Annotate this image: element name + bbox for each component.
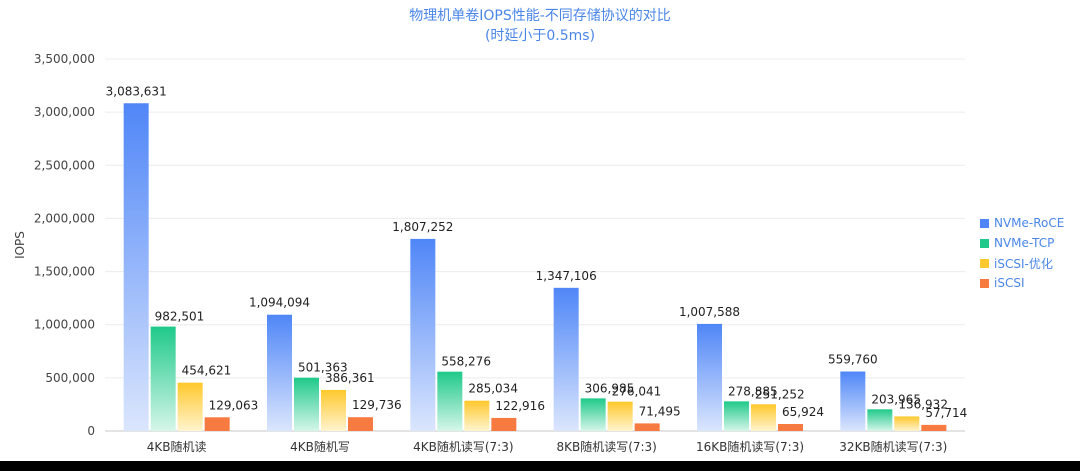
legend-swatch	[980, 218, 989, 228]
y-tick-label: 3,000,000	[34, 105, 95, 119]
legend-item-iscsi-optimized[interactable]: iSCSI-优化	[980, 253, 1064, 273]
x-tick-label: 8KB随机读写(7:3)	[556, 439, 656, 454]
bar-nvme-tcp	[294, 377, 319, 431]
data-label: 1,347,106	[536, 269, 597, 283]
bar-iscsi-	[464, 400, 490, 431]
x-tick-label: 32KB随机读写(7:3)	[839, 439, 947, 454]
chart-legend: NVMe-RoCE NVMe-TCP iSCSI-优化 iSCSI	[980, 213, 1064, 293]
bar-iscsi-	[607, 401, 633, 431]
data-label: 386,361	[325, 371, 375, 385]
legend-item-iscsi[interactable]: iSCSI	[980, 273, 1064, 293]
legend-label: iSCSI-优化	[994, 256, 1053, 271]
bar-nvme-tcp	[580, 398, 606, 431]
legend-label: iSCSI	[994, 276, 1025, 290]
data-label: 982,501	[155, 310, 205, 324]
y-tick-label: 1,000,000	[34, 318, 95, 332]
y-axis-label: IOPS	[13, 231, 27, 259]
bar-iscsi	[204, 417, 230, 431]
chart-container: 物理机单卷IOPS性能-不同存储协议的对比 (时延小于0.5ms) 0 500,0…	[0, 0, 1080, 471]
data-label: 251,252	[755, 387, 805, 401]
bar-nvme-tcp	[724, 401, 749, 431]
legend-label: NVMe-RoCE	[994, 216, 1065, 230]
data-label: 129,736	[352, 398, 402, 412]
bottom-border	[0, 461, 1080, 471]
data-label: 3,083,631	[106, 84, 167, 98]
bar-iscsi	[348, 417, 373, 431]
bar-nvme-roce	[840, 371, 866, 431]
chart-plot: 0 500,000 1,000,000 1,500,000 2,000,000 2,500…	[13, 52, 967, 454]
data-label: 57,714	[925, 406, 967, 420]
data-label: 276,041	[612, 385, 662, 399]
x-tick-label: 4KB随机读	[147, 439, 207, 454]
y-tick-label: 3,500,000	[34, 52, 95, 66]
bar-nvme-tcp	[437, 371, 463, 431]
data-label: 454,621	[182, 364, 232, 378]
data-label: 71,495	[639, 404, 681, 418]
data-label: 285,034	[468, 382, 518, 396]
bar-iscsi-	[751, 404, 776, 431]
data-label: 1,007,588	[679, 305, 740, 319]
legend-swatch	[980, 238, 989, 248]
legend-swatch	[980, 278, 989, 288]
legend-label: NVMe-TCP	[994, 236, 1055, 250]
bar-nvme-roce	[267, 314, 292, 431]
data-label: 1,094,094	[249, 296, 310, 310]
legend-item-nvme-tcp[interactable]: NVMe-TCP	[980, 233, 1064, 253]
bar-iscsi-	[321, 389, 346, 431]
data-label: 129,063	[209, 398, 259, 412]
data-label: 559,760	[828, 353, 878, 367]
x-tick-label: 4KB随机写	[290, 439, 350, 454]
y-tick-label: 0	[87, 424, 95, 438]
bar-iscsi-	[177, 382, 203, 431]
data-label: 65,924	[782, 405, 824, 419]
legend-swatch	[980, 258, 989, 268]
bar-nvme-roce	[697, 323, 722, 431]
bar-iscsi	[778, 423, 803, 431]
bar-iscsi	[921, 424, 947, 431]
y-tick-label: 500,000	[45, 371, 95, 385]
y-tick-label: 2,000,000	[34, 211, 95, 225]
bar-nvme-roce	[553, 287, 579, 431]
bar-iscsi	[491, 417, 517, 431]
bar-iscsi	[634, 423, 660, 431]
bar-nvme-tcp	[150, 326, 176, 431]
legend-item-nvme-roce[interactable]: NVMe-RoCE	[980, 213, 1064, 233]
bar-nvme-tcp	[867, 409, 893, 431]
y-tick-label: 2,500,000	[34, 158, 95, 172]
bar-nvme-roce	[123, 103, 149, 431]
data-label: 1,807,252	[392, 220, 453, 234]
x-tick-label: 16KB随机读写(7:3)	[696, 439, 804, 454]
bar-nvme-roce	[410, 238, 436, 431]
bar-iscsi-	[894, 416, 920, 431]
data-label: 122,916	[495, 399, 545, 413]
y-tick-label: 1,500,000	[34, 265, 95, 279]
x-tick-label: 4KB随机读写(7:3)	[413, 439, 513, 454]
data-label: 558,276	[441, 355, 491, 369]
